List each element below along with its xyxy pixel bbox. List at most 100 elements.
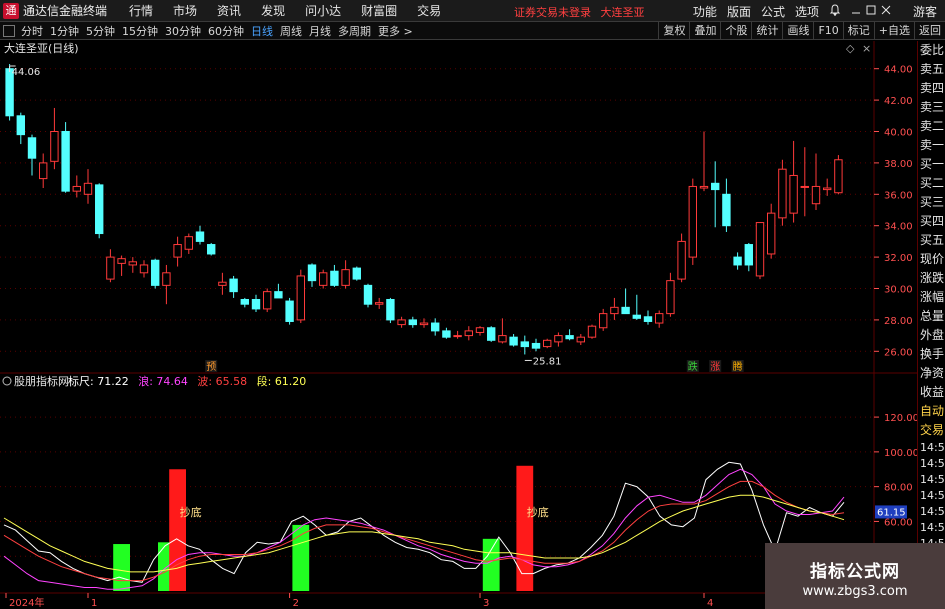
- guest-user[interactable]: 游客: [913, 3, 937, 20]
- price-tick-label-2: 40.00: [884, 128, 913, 139]
- tool-button-8[interactable]: 返回: [914, 22, 945, 40]
- quote-side-panel: 委比 卖五 卖四 卖三 卖二 卖一 买一 买二 买三 买四 买五 现价 涨跌 涨幅 总量 外盘 换手 净资 收益 自…: [917, 41, 945, 609]
- price-tick-label-5: 34.00: [884, 222, 913, 233]
- candle-body-72: [811, 185, 821, 205]
- candle-body-57: [643, 316, 653, 322]
- candle-body-1: [16, 115, 25, 136]
- period-tab-2[interactable]: 5分钟: [86, 23, 115, 39]
- signal-bar-5: [516, 465, 534, 591]
- candle-body-3: [39, 162, 48, 180]
- current-stock-name: 大连圣亚: [600, 6, 645, 19]
- candle-body-28: [319, 272, 328, 286]
- tool-button-5[interactable]: F10: [813, 22, 842, 40]
- trading-terminal-window: 通 通达信金融终端 行情 市场 资讯 发现 问小达 财富圈 交易 证券交易未登录…: [0, 0, 945, 609]
- quote-field-12: 涨跌: [920, 271, 945, 285]
- period-tab-6[interactable]: 日线: [251, 23, 273, 39]
- period-tab-10[interactable]: 更多 >: [378, 23, 413, 39]
- legend-segment-name: 段: [257, 374, 268, 388]
- candle-body-39: [442, 330, 451, 338]
- menu-ask-assistant[interactable]: 问小达: [305, 2, 341, 19]
- chart-background: [0, 41, 917, 609]
- period-tab-0[interactable]: 分时: [21, 23, 43, 39]
- auto-trade-label[interactable]: 自动: [918, 402, 945, 421]
- panel-toggle-icon[interactable]: [3, 24, 15, 37]
- menu-market[interactable]: 市场: [173, 2, 197, 19]
- menu-quotes[interactable]: 行情: [129, 2, 153, 19]
- chart-grid: [0, 41, 917, 609]
- period-tab-8[interactable]: 月线: [309, 23, 331, 39]
- indicator-tick-label-2: 80.00: [884, 483, 913, 494]
- period-tab-9[interactable]: 多周期: [338, 23, 371, 39]
- candle-body-43: [487, 327, 496, 341]
- chart-canvas[interactable]: 大连圣亚(日线) ◇ × 44.0042.0040.0038.0036.0034…: [0, 41, 917, 609]
- indicator-tick-label-3: 60.00: [884, 517, 913, 528]
- candle-body-7: [83, 182, 93, 195]
- legend-swing-name: 波: [197, 375, 208, 388]
- tool-button-0[interactable]: 复权: [658, 22, 689, 40]
- candle-body-12: [139, 264, 149, 274]
- period-tab-4[interactable]: 30分钟: [165, 23, 201, 39]
- menu-wealth-circle[interactable]: 财富圈: [361, 2, 397, 19]
- period-tab-7[interactable]: 周线: [280, 23, 302, 39]
- watermark-title: 指标公式网: [810, 562, 900, 582]
- menu-trade[interactable]: 交易: [417, 2, 441, 19]
- menu-news[interactable]: 资讯: [217, 2, 241, 19]
- quote-field-11: 现价: [920, 252, 945, 266]
- price-tick-label-9: 26.00: [884, 347, 913, 358]
- candle-body-62: [699, 185, 709, 189]
- candle-body-9: [106, 256, 115, 280]
- date-label-3: 3: [483, 598, 489, 609]
- candle-body-48: [543, 339, 552, 348]
- date-label-1: 1: [91, 598, 97, 609]
- diamond-icon[interactable]: ◇: [846, 42, 855, 55]
- chart-tool-buttons: 复权 叠加 个股 统计 画线 F10 标记 +自选 返回: [658, 22, 945, 40]
- quote-field-6: 买一: [920, 157, 945, 171]
- tool-button-7[interactable]: +自选: [873, 22, 914, 40]
- trade-label[interactable]: 交易: [918, 421, 945, 440]
- menu-options[interactable]: 选项: [795, 3, 819, 20]
- signal-bar-4: [482, 538, 500, 591]
- candle-body-31: [352, 267, 361, 280]
- candle-body-36: [408, 319, 417, 326]
- quote-field-16: 换手: [920, 347, 945, 361]
- legend-wave-value: 74.64: [156, 375, 188, 388]
- legend-ruler-name: 标尺: [68, 374, 90, 388]
- candle-body-20: [229, 278, 238, 293]
- period-tab-1[interactable]: 1分钟: [50, 23, 79, 39]
- candle-body-13: [151, 259, 160, 286]
- menu-layout[interactable]: 版面: [727, 3, 751, 20]
- candle-body-22: [251, 298, 261, 310]
- period-tab-3[interactable]: 15分钟: [122, 23, 158, 39]
- tool-button-3[interactable]: 统计: [751, 22, 782, 40]
- login-status[interactable]: 证券交易未登录 大连圣亚: [514, 4, 645, 20]
- legend-wave-name: 浪: [138, 374, 149, 388]
- tool-button-4[interactable]: 画线: [782, 22, 813, 40]
- menu-discover[interactable]: 发现: [261, 2, 285, 19]
- price-tick-label-3: 38.00: [884, 159, 913, 170]
- top-menu-bar: 通 通达信金融终端 行情 市场 资讯 发现 问小达 财富圈 交易 证券交易未登录…: [0, 0, 945, 22]
- quote-field-labels: 委比 卖五 卖四 卖三 卖二 卖一 买一 买二 买三 买四 买五 现价 涨跌 涨幅 总量 外盘 换手 净资 收益: [918, 41, 945, 402]
- menu-formula[interactable]: 公式: [761, 3, 785, 20]
- notification-bell-icon[interactable]: [829, 3, 841, 19]
- period-tab-5[interactable]: 60分钟: [208, 23, 244, 39]
- indicator-title: 股朋指标网: [14, 374, 69, 388]
- candle-body-24: [274, 291, 283, 299]
- tool-button-1[interactable]: 叠加: [689, 22, 720, 40]
- menu-functions[interactable]: 功能: [693, 3, 717, 20]
- candle-body-53: [599, 313, 608, 329]
- quote-field-8: 买三: [920, 195, 945, 209]
- indicator-legend: 标尺: 71.22 浪: 74.64 波: 65.58 段: 61.20: [68, 374, 306, 388]
- legend-wave-colon: :: [149, 375, 156, 388]
- candle-body-46: [520, 341, 529, 348]
- candle-body-8: [95, 184, 104, 235]
- tool-button-6[interactable]: 标记: [842, 22, 874, 40]
- candle-body-14: [162, 272, 171, 286]
- close-icon[interactable]: ×: [862, 42, 871, 55]
- candle-body-44: [498, 335, 507, 343]
- candle-body-5: [61, 131, 70, 192]
- candle-body-68: [767, 212, 776, 255]
- quote-field-0: 委比: [920, 43, 945, 57]
- window-controls-icon[interactable]: [851, 4, 891, 18]
- tool-button-2[interactable]: 个股: [720, 22, 751, 40]
- candle-body-70: [789, 174, 798, 214]
